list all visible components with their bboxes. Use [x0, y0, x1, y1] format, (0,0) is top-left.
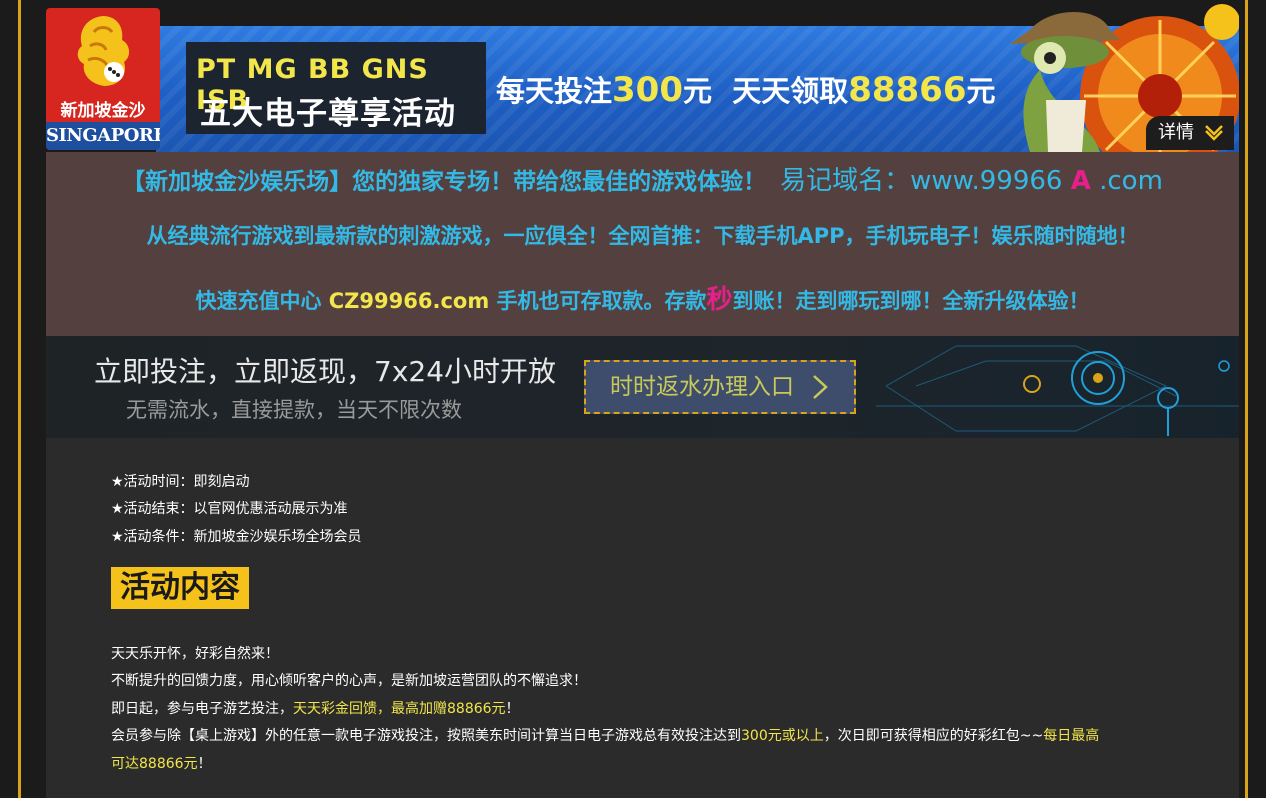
activity-paragraph: 可达88866元！ [111, 756, 212, 772]
ad-games-box: PT MG BB GNS ISB 五大电子尊享活动 [186, 42, 486, 134]
notice-line-2: 从经典流行游戏到最新款的刺激游戏，一应俱全！全网首推：下载手机APP，手机玩电子… [146, 224, 1139, 248]
notice-line-3: 快速充值中心 CZ99966.com 手机也可存取款。存款秒到账！走到哪玩到哪！… [195, 285, 1090, 315]
activity-paragraph: 即日起，参与电子游艺投注，天天彩金回馈，最高加赠88866元！ [111, 701, 520, 717]
logo-chinese-name: 新加坡金沙 [60, 101, 146, 121]
rebate-entry-label: 时时返水办理入口 [610, 374, 794, 400]
section-title: 活动内容 [111, 567, 249, 609]
easy-domain[interactable]: 易记域名：www.99966 A .com [780, 166, 1163, 196]
chevron-right-icon [813, 375, 828, 399]
details-button[interactable]: 详情 [1146, 116, 1234, 150]
promo-subtitle: 无需流水，直接提款，当天不限次数 [126, 398, 462, 422]
page-content: 新加坡金沙 SINGAPORE PT MG BB GNS ISB 五大电子尊享活… [46, 0, 1239, 798]
activity-paragraph: 天天乐开怀，好彩自然来！ [111, 646, 279, 662]
merlion-icon [77, 16, 130, 86]
activity-paragraph: 会员参与除【桌上游戏】外的任意一款电子游戏投注，按照美东时间计算当日电子游戏总有… [111, 728, 1100, 744]
chevron-down-icon [1205, 125, 1223, 141]
ad-headline: 五大电子尊享活动 [200, 96, 456, 132]
details-label: 详情 [1158, 122, 1194, 143]
activity-condition: ★活动条件：新加坡金沙娱乐场全场会员 [111, 529, 362, 545]
promo-title: 立即投注，立即返现，7x24小时开放 [94, 355, 557, 388]
ad-offer-text: 每天投注300元 天天领取88866元 [496, 70, 996, 110]
activity-time: ★活动时间：即刻启动 [111, 474, 250, 490]
notice-line-1: 【新加坡金沙娱乐场】您的独家专场！带给您最佳的游戏体验！ 易记域名：www.999… [122, 166, 1163, 196]
rebate-promo-bar: 立即投注，立即返现，7x24小时开放 无需流水，直接提款，当天不限次数 时时返水… [46, 336, 1239, 438]
logo-english-name: SINGAPORE [46, 122, 160, 150]
notice-panel: 【新加坡金沙娱乐场】您的独家专场！带给您最佳的游戏体验！ 易记域名：www.999… [46, 152, 1239, 336]
activity-paragraph: 不断提升的回馈力度，用心倾听客户的心声，是新加坡运营团队的不懈追求！ [111, 673, 587, 689]
top-banner[interactable]: 新加坡金沙 SINGAPORE PT MG BB GNS ISB 五大电子尊享活… [46, 0, 1239, 152]
rebate-entry-button[interactable]: 时时返水办理入口 [584, 360, 856, 414]
activity-content: ★活动时间：即刻启动 ★活动结束：以官网优惠活动展示为准 ★活动条件：新加坡金沙… [46, 438, 1239, 798]
recharge-link[interactable]: CZ99966.com [329, 289, 489, 313]
tech-decoration [876, 345, 1239, 436]
activity-end: ★活动结束：以官网优惠活动展示为准 [111, 501, 348, 517]
brand-logo[interactable]: 新加坡金沙 SINGAPORE [46, 8, 160, 150]
